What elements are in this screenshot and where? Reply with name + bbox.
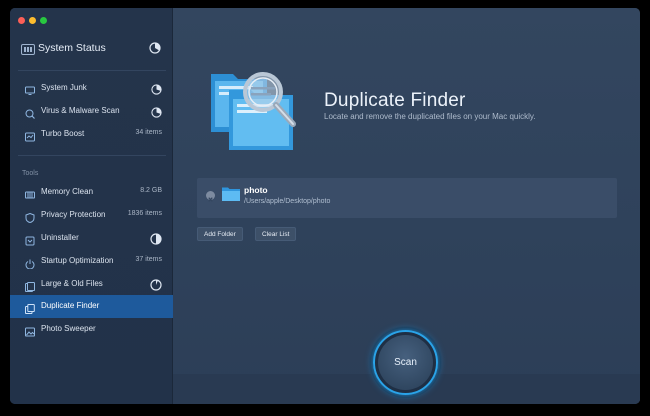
scan-button-container: Scan [370,327,441,398]
pie-progress-icon [149,41,161,59]
system-status-icon [21,42,35,60]
pie-progress-icon [151,82,162,100]
sidebar-item-privacy-protection[interactable]: Privacy Protection 1836 items [10,204,173,227]
sidebar-item-label: Virus & Malware Scan [41,106,120,115]
sidebar-item-memory-clean[interactable]: Memory Clean 8.2 GB [10,181,173,204]
sidebar-item-label: Duplicate Finder [41,301,100,310]
uninstaller-icon [25,233,35,246]
sidebar-divider [18,70,166,71]
system-status-label: System Status [38,42,106,54]
sidebar-item-label: Privacy Protection [41,210,106,219]
shield-scan-icon [25,106,35,119]
sidebar-divider [18,155,166,156]
folder-icon [222,186,240,206]
pie-half-icon [150,232,162,250]
remove-folder-icon[interactable] [206,191,215,202]
sidebar-item-duplicate-finder[interactable]: Duplicate Finder [10,295,173,318]
sidebar-item-startup-optimization[interactable]: Startup Optimization 37 items [10,250,173,273]
monitor-icon [25,83,35,95]
sidebar-item-system-junk[interactable]: System Junk [10,77,173,100]
sidebar-item-label: Uninstaller [41,233,79,242]
folder-list-item[interactable]: photo /Users/apple/Desktop/photo [197,178,617,218]
turbo-icon [25,129,35,142]
sidebar-item-label: Memory Clean [41,187,94,196]
minimize-window-button[interactable] [29,17,36,24]
close-window-button[interactable] [18,17,25,24]
sidebar: System Status System Junk Virus & Malwar… [10,8,173,404]
sidebar-item-label: Turbo Boost [41,129,85,138]
clear-list-button[interactable]: Clear List [255,227,297,241]
pie-progress-icon [151,105,162,123]
item-count: 8.2 GB [140,187,162,194]
photo-icon [25,324,35,337]
sidebar-item-label: Large & Old Files [41,279,103,288]
sidebar-item-uninstaller[interactable]: Uninstaller [10,227,173,250]
sidebar-item-virus-malware-scan[interactable]: Virus & Malware Scan [10,100,173,123]
tools-section-label: Tools [22,170,39,177]
item-count: 1836 items [127,210,162,217]
sidebar-item-label: System Junk [41,83,87,92]
sidebar-item-turbo-boost[interactable]: Turbo Boost 34 items [10,123,173,146]
files-icon [25,279,35,292]
privacy-shield-icon [25,210,35,224]
app-window: System Status System Junk Virus & Malwar… [10,8,640,404]
pie-progress-icon [150,278,162,296]
window-controls [18,17,47,24]
folder-name: photo [244,185,268,195]
duplicate-finder-hero-icon [207,62,303,158]
sidebar-item-photo-sweeper[interactable]: Photo Sweeper [10,318,173,341]
item-count: 37 items [135,256,162,263]
duplicate-icon [25,301,35,314]
sidebar-item-label: Photo Sweeper [41,324,96,333]
memory-icon [25,187,35,199]
system-status-header[interactable]: System Status [10,39,173,57]
add-folder-button[interactable]: Add Folder [197,227,243,241]
power-icon [25,256,35,270]
item-count: 34 items [135,129,162,136]
page-title: Duplicate Finder [324,90,466,111]
main-panel: Duplicate Finder Locate and remove the d… [173,8,640,404]
page-subtitle: Locate and remove the duplicated files o… [324,112,536,121]
scan-button[interactable]: Scan [378,335,433,390]
sidebar-item-large-old-files[interactable]: Large & Old Files [10,273,173,296]
zoom-window-button[interactable] [40,17,47,24]
folder-path: /Users/apple/Desktop/photo [244,198,331,205]
sidebar-item-label: Startup Optimization [41,256,114,265]
